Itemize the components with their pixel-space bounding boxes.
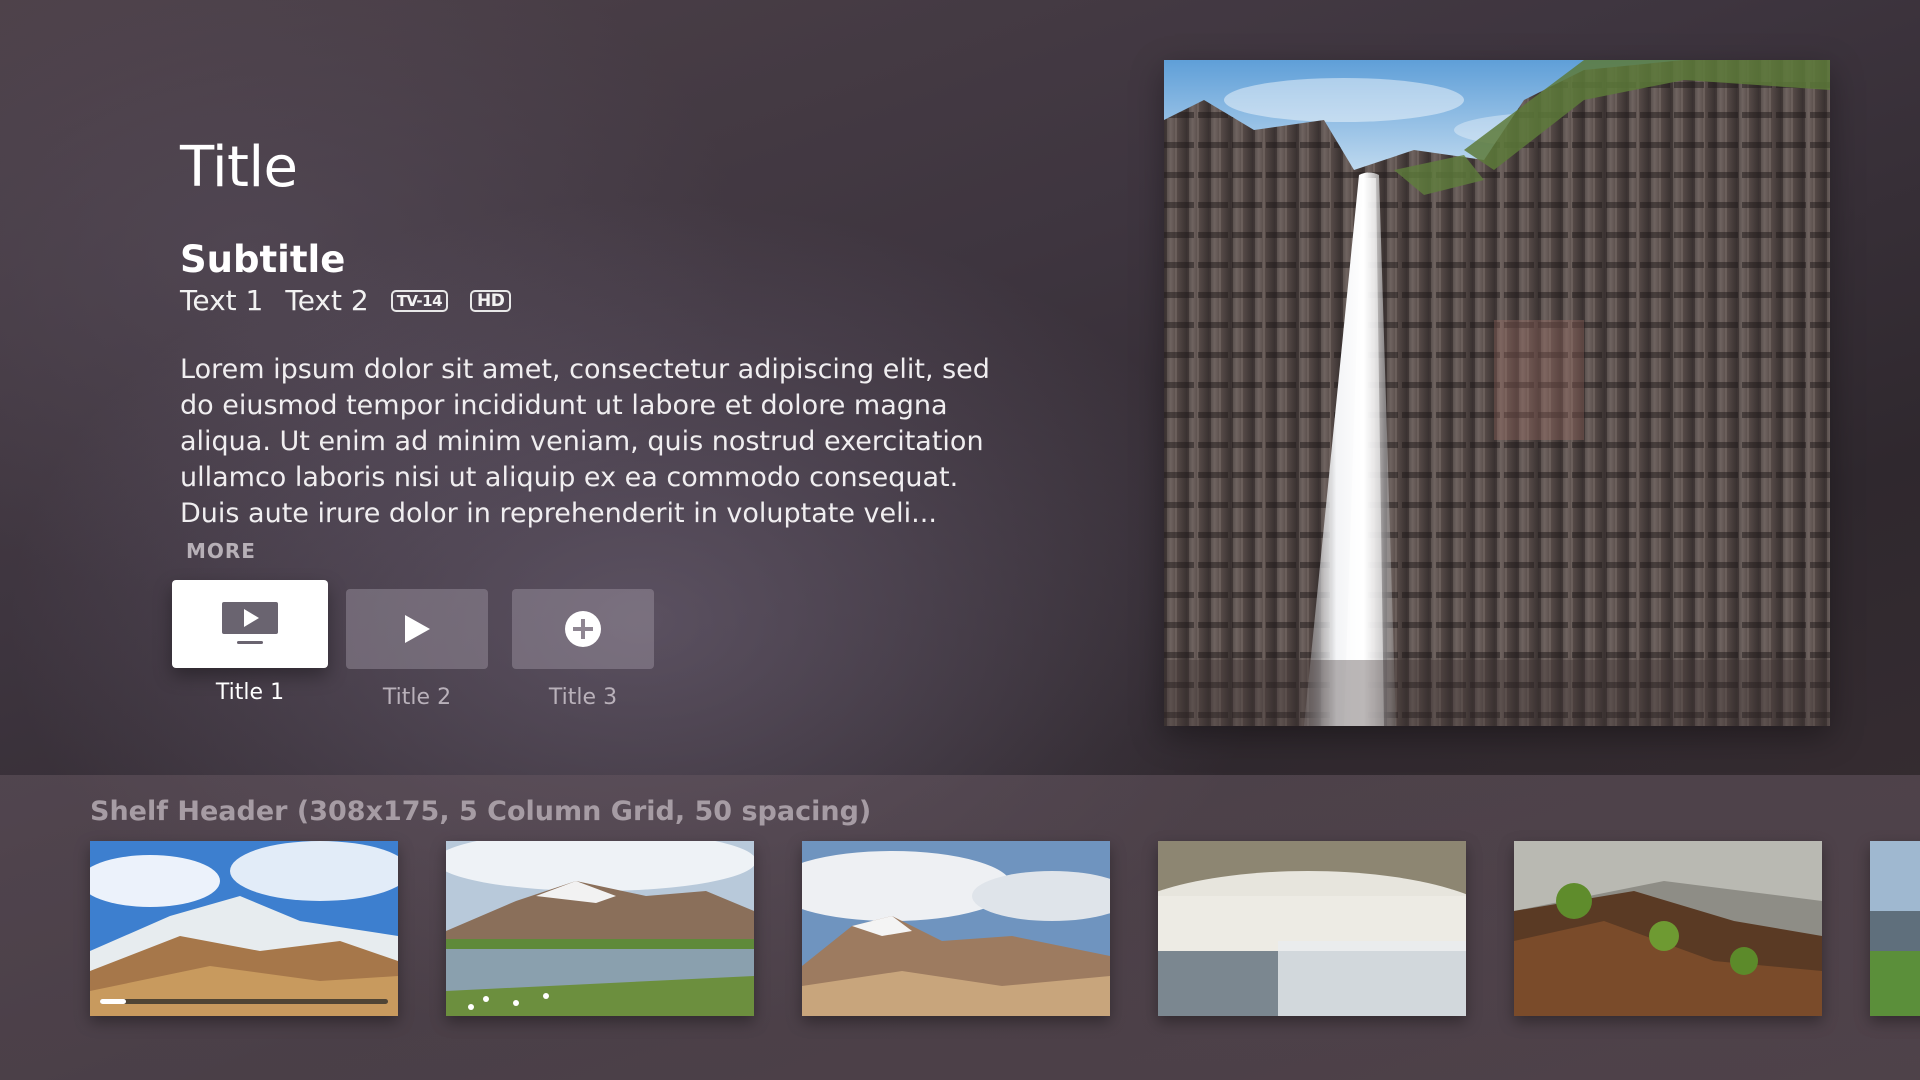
- shelf-header: Shelf Header (308x175, 5 Column Grid, 50…: [90, 796, 872, 827]
- description[interactable]: Lorem ipsum dolor sit amet, consectetur …: [180, 352, 1000, 569]
- shelf: Shelf Header (308x175, 5 Column Grid, 50…: [0, 775, 1920, 1080]
- action-label: Title 1: [215, 680, 285, 705]
- product-page: Title Subtitle Text 1 Text 2 TV-14 HD Lo…: [0, 0, 1920, 1080]
- action-label: Title 3: [548, 685, 618, 710]
- action-button-title-2[interactable]: Title 2: [346, 580, 488, 711]
- hero-artwork: [1164, 60, 1830, 726]
- shelf-item-mountain-clouds[interactable]: [802, 841, 1110, 1016]
- action-button-title-3[interactable]: Title 3: [512, 580, 654, 711]
- page-subtitle: Subtitle: [180, 238, 346, 281]
- shelf-item-mountain-lake[interactable]: [446, 841, 754, 1016]
- shelf-item-misty-waterfall[interactable]: [1158, 841, 1466, 1016]
- rating-badge: TV-14: [390, 290, 449, 312]
- action-label: Title 2: [382, 685, 452, 710]
- action-button-box[interactable]: [172, 580, 328, 668]
- page-title: Title: [180, 135, 298, 200]
- metadata-row: Text 1 Text 2 TV-14 HD: [180, 282, 533, 320]
- action-button-box[interactable]: [346, 589, 488, 669]
- metadata-text-2: Text 2: [285, 284, 369, 317]
- progress-bar: [100, 999, 388, 1004]
- play-icon: [405, 615, 430, 643]
- shelf-item-partial-landscape[interactable]: [1870, 841, 1920, 1016]
- action-button-title-1[interactable]: Title 1: [172, 580, 328, 706]
- hd-badge: HD: [470, 290, 512, 312]
- more-link[interactable]: MORE: [186, 539, 256, 563]
- add-circle-icon: [565, 611, 601, 647]
- tv-play-icon: [222, 602, 278, 644]
- progress-fill: [100, 999, 126, 1004]
- waterfall-image: [1164, 60, 1830, 726]
- action-button-box[interactable]: [512, 589, 654, 669]
- description-text: Lorem ipsum dolor sit amet, consectetur …: [180, 354, 990, 529]
- action-buttons: Title 1 Title 2 Title 3: [172, 580, 672, 710]
- metadata-text-1: Text 1: [180, 284, 264, 317]
- shelf-item-mossy-rocks[interactable]: [1514, 841, 1822, 1016]
- shelf-item-snowy-mountain[interactable]: [90, 841, 398, 1016]
